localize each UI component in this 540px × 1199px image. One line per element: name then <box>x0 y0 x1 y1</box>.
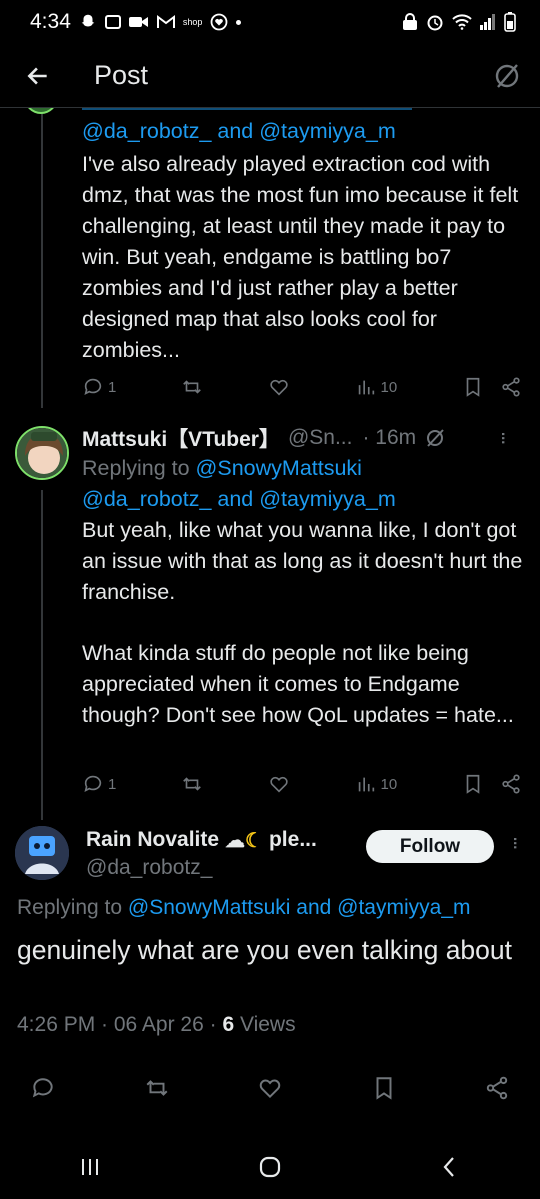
alarm-icon <box>427 15 443 31</box>
views-count: 6 <box>222 1013 235 1036</box>
gmail-icon <box>156 15 175 28</box>
grok-icon[interactable] <box>424 427 446 449</box>
reply-count: 1 <box>108 378 117 396</box>
replying-users[interactable]: @SnowyMattsuki and @taymiyya_m <box>128 896 471 919</box>
back-button[interactable] <box>10 48 66 104</box>
reply-2-actions: 1 10 <box>82 769 522 799</box>
main-post-header: Rain Novalite ☁ ☾ ple... @da_robotz_ <box>86 826 356 880</box>
handle[interactable]: @da_robotz_ <box>86 856 356 880</box>
heart-icon <box>270 776 288 793</box>
main-post-meta: 4:26 PM · 06 Apr 26 · 6 Views <box>17 1013 296 1037</box>
avatar-image <box>15 826 69 880</box>
views-icon <box>358 380 374 395</box>
repost-button[interactable] <box>181 376 203 398</box>
main-replying-to: Replying to @SnowyMattsuki and @taymiyya… <box>17 892 527 923</box>
follow-button[interactable]: Follow <box>366 830 494 863</box>
status-notification-icons: shop <box>79 13 242 31</box>
views-count: 10 <box>380 775 398 793</box>
avatar-mattsuki[interactable] <box>15 426 69 480</box>
display-name-suffix[interactable]: ple... <box>269 828 317 852</box>
video-icon <box>128 17 148 27</box>
status-bar: 4:34 shop <box>0 0 540 44</box>
views-button[interactable]: 10 <box>355 376 398 398</box>
more-options-icon[interactable]: ... <box>508 836 534 848</box>
android-nav-bar <box>0 1135 540 1199</box>
message-icon <box>104 15 121 29</box>
share-icon[interactable] <box>500 376 522 398</box>
like-button[interactable] <box>268 773 290 795</box>
shop-label: shop <box>182 17 203 27</box>
battery-icon <box>504 12 516 32</box>
main-post-text: genuinely what are you even talking abou… <box>17 935 513 965</box>
wifi-icon <box>452 14 472 30</box>
timestamp[interactable]: 4:26 PM · 06 Apr 26 · <box>17 1013 222 1036</box>
recent-apps-icon[interactable] <box>78 1155 102 1179</box>
home-icon[interactable] <box>257 1154 283 1180</box>
lock-icon <box>403 13 417 30</box>
share-icon[interactable] <box>500 773 522 795</box>
bookmark-share-group <box>462 773 522 795</box>
more-options-icon[interactable]: ... <box>496 431 522 443</box>
reply-1-mentions[interactable]: @da_robotz_ and @taymiyya_m <box>82 116 522 147</box>
heart-badge-icon <box>211 13 228 31</box>
status-system-icons <box>402 12 516 32</box>
heart-icon <box>270 379 288 396</box>
replying-prefix: Replying to <box>17 896 128 919</box>
reply-button[interactable]: 1 <box>82 376 116 398</box>
views-count: 10 <box>380 378 398 396</box>
post-time[interactable]: · 16m <box>362 426 416 450</box>
repost-icon <box>183 777 201 791</box>
moon-emoji-icon: ☾ <box>245 829 263 852</box>
dot-icon <box>236 19 242 25</box>
like-button[interactable] <box>268 376 290 398</box>
display-name[interactable]: Rain Novalite <box>86 828 219 852</box>
bookmark-share-group <box>462 376 522 398</box>
status-time: 4:34 <box>30 10 71 33</box>
reply-icon <box>84 775 102 792</box>
top-bar: Post <box>0 44 540 108</box>
share-icon[interactable] <box>484 1075 510 1101</box>
reply-1-actions: 1 10 <box>82 372 522 402</box>
views-button[interactable]: 10 <box>355 773 398 795</box>
repost-button[interactable] <box>181 773 203 795</box>
replying-user[interactable]: @SnowyMattsuki <box>196 456 362 480</box>
heart-icon[interactable] <box>257 1075 283 1101</box>
grok-icon[interactable] <box>492 61 522 91</box>
reply-2-text-p2: What kinda stuff do people not like bein… <box>82 641 514 727</box>
views-icon <box>358 777 374 792</box>
bookmark-icon[interactable] <box>462 376 484 398</box>
cloud-rain-emoji-icon: ☁ <box>225 829 246 852</box>
main-post-actions <box>30 1070 510 1106</box>
replying-to: Replying to @SnowyMattsuki <box>82 453 522 484</box>
page-title: Post <box>94 60 149 90</box>
snapchat-icon <box>81 14 95 27</box>
bookmark-icon[interactable] <box>371 1075 397 1101</box>
handle[interactable]: @Sn... <box>288 426 353 450</box>
repost-icon[interactable] <box>144 1075 170 1101</box>
reply-button[interactable]: 1 <box>82 773 116 795</box>
reply-2-text-p1: But yeah, like what you wanna like, I do… <box>82 518 523 604</box>
bookmark-icon[interactable] <box>462 773 484 795</box>
back-nav-icon[interactable] <box>438 1155 462 1179</box>
reply-count: 1 <box>108 775 117 793</box>
reply-2-mentions[interactable]: @da_robotz_ and @taymiyya_m <box>82 484 522 515</box>
avatar-rain-novalite[interactable] <box>15 826 69 880</box>
avatar-image <box>17 428 67 478</box>
display-name[interactable]: Mattsuki【VTuber】 <box>82 423 280 453</box>
repost-icon <box>183 380 201 394</box>
arrow-left-icon <box>27 66 47 85</box>
reply-icon <box>84 378 102 395</box>
replying-prefix: Replying to <box>82 456 196 480</box>
signal-icon <box>480 14 495 30</box>
reply-1-text: I've also already played extraction cod … <box>82 152 519 362</box>
thread-line <box>41 108 43 408</box>
reply-2-header: Mattsuki【VTuber】 @Sn... · 16m ... <box>82 422 522 453</box>
thread-line <box>41 490 43 820</box>
reply-icon[interactable] <box>30 1075 56 1101</box>
main-name-row: Rain Novalite ☁ ☾ ple... <box>86 826 356 854</box>
views-label: Views <box>234 1013 296 1036</box>
